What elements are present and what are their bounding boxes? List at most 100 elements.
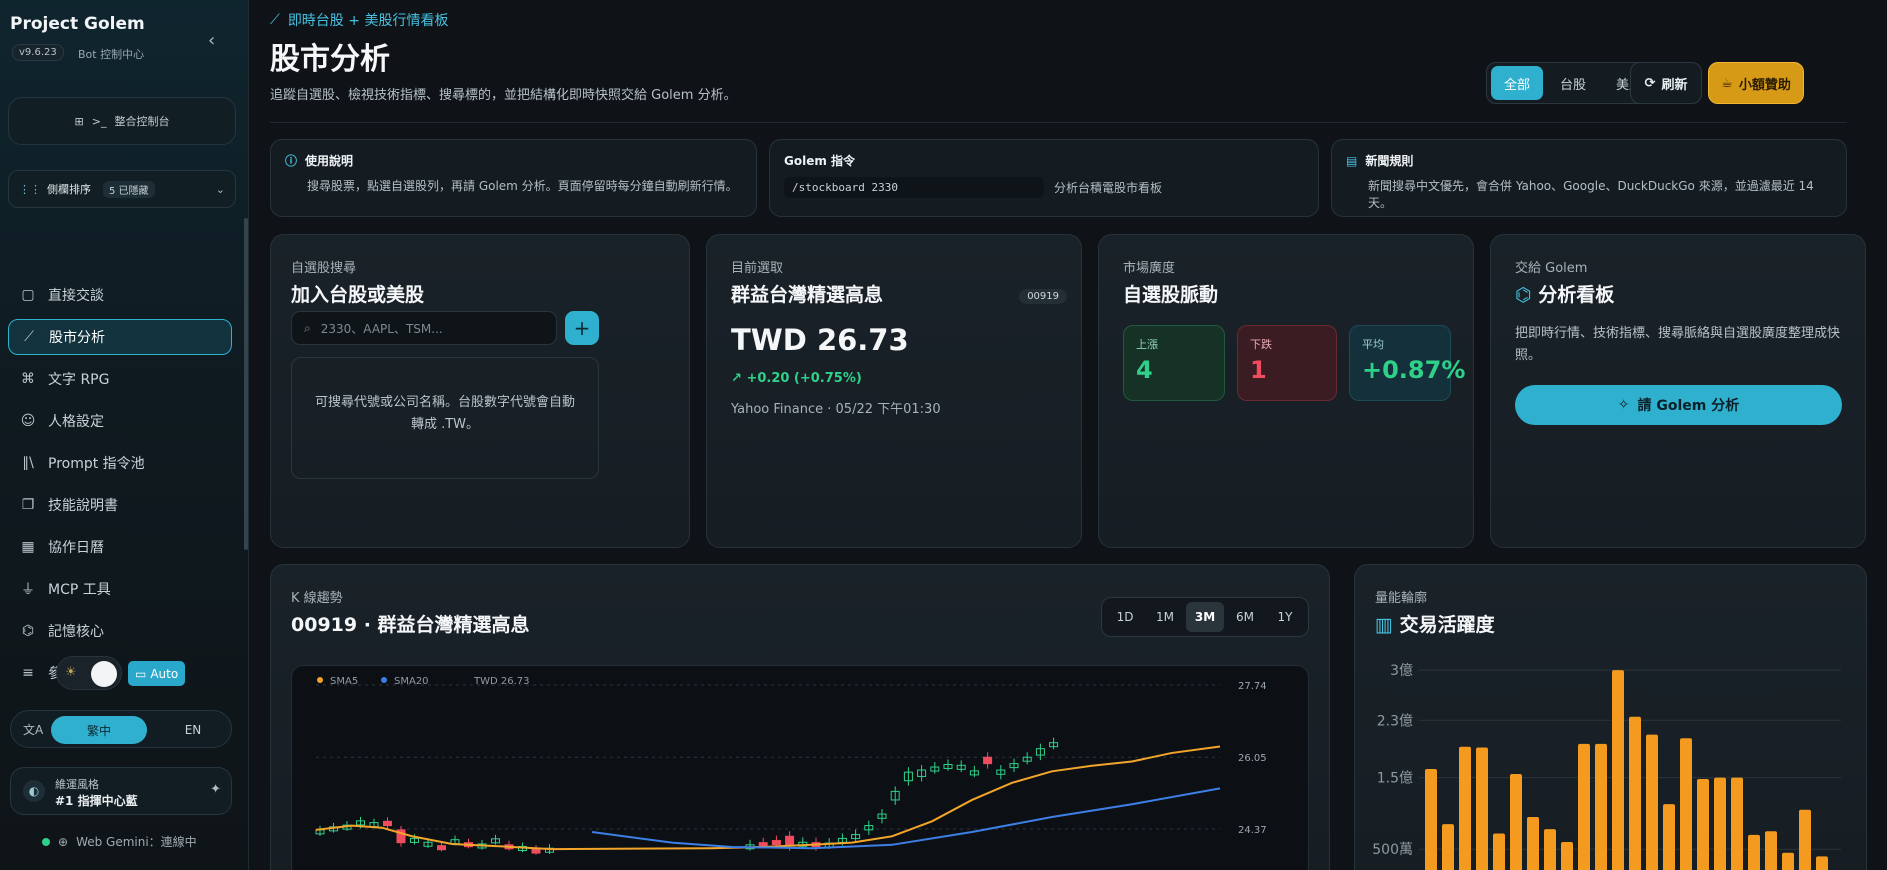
range-selector: 1D 1M 3M 6M 1Y	[1101, 597, 1309, 637]
sidebar-item-5[interactable]: ❐ 技能說明書	[8, 487, 232, 523]
user-icon: ☺	[20, 413, 36, 429]
breadth-label: 市場廣度	[1123, 261, 1176, 276]
volume-bar	[1510, 774, 1522, 870]
connection-text: Web Gemini：連線中	[76, 835, 197, 849]
volume-bar	[1816, 856, 1828, 870]
volume-bar	[1612, 670, 1624, 870]
console-label: 整合控制台	[114, 115, 170, 128]
sidebar-item-3[interactable]: ☺ 人格設定	[8, 403, 232, 439]
stock-search-input[interactable]: ⌕ 2330、AAPL、TSM...	[291, 311, 557, 345]
volume-bar	[1714, 777, 1726, 870]
current-price: TWD 26.73	[731, 323, 909, 357]
golem-desc: 把即時行情、技術指標、搜尋脈絡與自選股廣度整理成快照。	[1515, 326, 1841, 363]
toggle-knob	[91, 661, 117, 687]
style-selector[interactable]: ◐ 維運風格 #1 指揮中心藍 ✦	[10, 767, 232, 815]
drag-icon: ⋮⋮	[19, 182, 41, 196]
legend-sma5: SMA5	[330, 676, 358, 687]
current-label: 目前選取	[731, 261, 784, 276]
page-title: 股市分析	[270, 42, 390, 77]
market-breadth-card: 市場廣度 自選股脈動 上漲 4 下跌 1 平均 +0.87%	[1098, 234, 1474, 548]
volume-bar	[1799, 809, 1811, 870]
sidebar-item-4[interactable]: ∥\ Prompt 指令池	[8, 445, 232, 481]
volume-bar	[1782, 852, 1794, 870]
golem-label: 交給 Golem	[1515, 261, 1588, 276]
range-1d[interactable]: 1D	[1106, 602, 1144, 632]
candle	[531, 848, 541, 854]
sidebar-item-2[interactable]: ⌘ 文字 RPG	[8, 361, 232, 397]
volume-bar	[1459, 746, 1471, 870]
lang-en-button[interactable]: EN	[161, 716, 225, 744]
avg-value: +0.87%	[1362, 356, 1466, 384]
legend-sma20: SMA20	[394, 676, 429, 687]
volume-bar	[1663, 804, 1675, 870]
command-code[interactable]: /stockboard 2330	[784, 177, 1044, 198]
market-tw-tab[interactable]: 台股	[1547, 66, 1599, 100]
status-dot	[42, 837, 50, 846]
sidebar-item-7[interactable]: ⏚ MCP 工具	[8, 571, 232, 607]
range-3m[interactable]: 3M	[1186, 602, 1224, 632]
chart-line-icon: ⟋	[270, 12, 280, 28]
console-button[interactable]: ⊞ >_ 整合控制台	[8, 97, 236, 145]
avg-change-stat: 平均 +0.87%	[1349, 325, 1466, 401]
sidebar-item-label: 股市分析	[49, 330, 105, 346]
sidebar-item-0[interactable]: ▢ 直接交談	[8, 277, 232, 313]
ask-golem-button[interactable]: ✧ 請 Golem 分析	[1515, 385, 1842, 425]
palette-icon: ◐	[23, 780, 45, 802]
command-text: 分析台積電股市看板	[1054, 181, 1163, 195]
info-icon: ⓘ	[285, 154, 298, 168]
refresh-button[interactable]: ⟳ 刷新	[1630, 62, 1702, 104]
volume-card: 量能輪廓 ▥ 交易活躍度 3億 2.3億 1.5億 500萬	[1354, 564, 1867, 870]
volume-bar	[1561, 842, 1573, 870]
chart-line-icon: ⟋	[24, 329, 34, 345]
sidebar-scrollbar[interactable]	[244, 218, 248, 550]
volume-label: 量能輪廓	[1375, 591, 1428, 606]
range-1y[interactable]: 1Y	[1266, 602, 1304, 632]
sidebar-item-6[interactable]: ▦ 協作日曆	[8, 529, 232, 565]
lang-zh-button[interactable]: 繁中	[51, 716, 147, 744]
sidebar-item-label: 文字 RPG	[48, 372, 110, 388]
usage-card: ⓘ 使用說明 搜尋股票，點選自選股列，再請 Golem 分析。頁面停留時每分鐘自動…	[270, 139, 757, 217]
sidebar-sort-toggle[interactable]: ⋮⋮ 側欄排序 5 已隱藏 ⌄	[8, 170, 236, 208]
sidebar-item-1[interactable]: ⟋ 股市分析	[8, 319, 232, 355]
usage-title: 使用說明	[305, 154, 354, 168]
range-6m[interactable]: 6M	[1226, 602, 1264, 632]
app-subtitle: Bot 控制中心	[78, 48, 145, 61]
connection-status: ⊕ Web Gemini：連線中	[42, 833, 197, 850]
candle	[437, 845, 446, 851]
volume-bar	[1442, 824, 1454, 870]
theme-toggle[interactable]: ☀	[56, 656, 122, 690]
candle	[785, 835, 795, 847]
up-count-stat: 上漲 4	[1123, 325, 1225, 401]
volume-bar	[1425, 768, 1437, 870]
theme-auto-button[interactable]: ▭ Auto	[128, 661, 186, 686]
sidebar-item-label: 協作日曆	[48, 540, 104, 556]
kline-chart: 27.74 26.05 24.37 SMA5 SMA20 TWD 26.73	[291, 665, 1309, 870]
gamepad-icon: ⌘	[21, 371, 35, 387]
grid-icon: ⊞	[74, 114, 84, 128]
globe-icon: ⊕	[58, 834, 69, 849]
kline-svg: 27.74 26.05 24.37 SMA5 SMA20 TWD 26.73	[315, 676, 1267, 855]
down-count-stat: 下跌 1	[1237, 325, 1337, 401]
volume-bar	[1527, 816, 1539, 870]
y-tick-label: 500萬	[1372, 842, 1413, 858]
candle	[383, 820, 392, 827]
golem-title: 分析看板	[1538, 284, 1615, 306]
up-value: 4	[1136, 356, 1153, 384]
brain-icon: ⌬	[1515, 284, 1532, 306]
sponsor-button[interactable]: ☕ 小額贊助	[1708, 62, 1804, 104]
search-icon: ⌕	[304, 320, 311, 335]
language-switch: 文A 繁中 EN	[10, 710, 232, 748]
translate-icon: 文A	[23, 723, 44, 737]
sidebar-item-label: 人格設定	[48, 414, 104, 430]
range-1m[interactable]: 1M	[1146, 602, 1184, 632]
news-title: 新聞規則	[1365, 154, 1414, 168]
volume-bar	[1765, 831, 1777, 870]
sidebar-item-8[interactable]: ⌬ 記憶核心	[8, 613, 232, 649]
plug-icon: ⏚	[21, 582, 35, 598]
search-card-label: 自選股搜尋	[291, 261, 357, 276]
down-value: 1	[1250, 356, 1267, 384]
collapse-sidebar-icon[interactable]: ‹	[208, 30, 215, 51]
add-stock-button[interactable]: +	[565, 311, 599, 345]
market-all-tab[interactable]: 全部	[1491, 66, 1543, 100]
search-placeholder: 2330、AAPL、TSM...	[320, 321, 443, 336]
